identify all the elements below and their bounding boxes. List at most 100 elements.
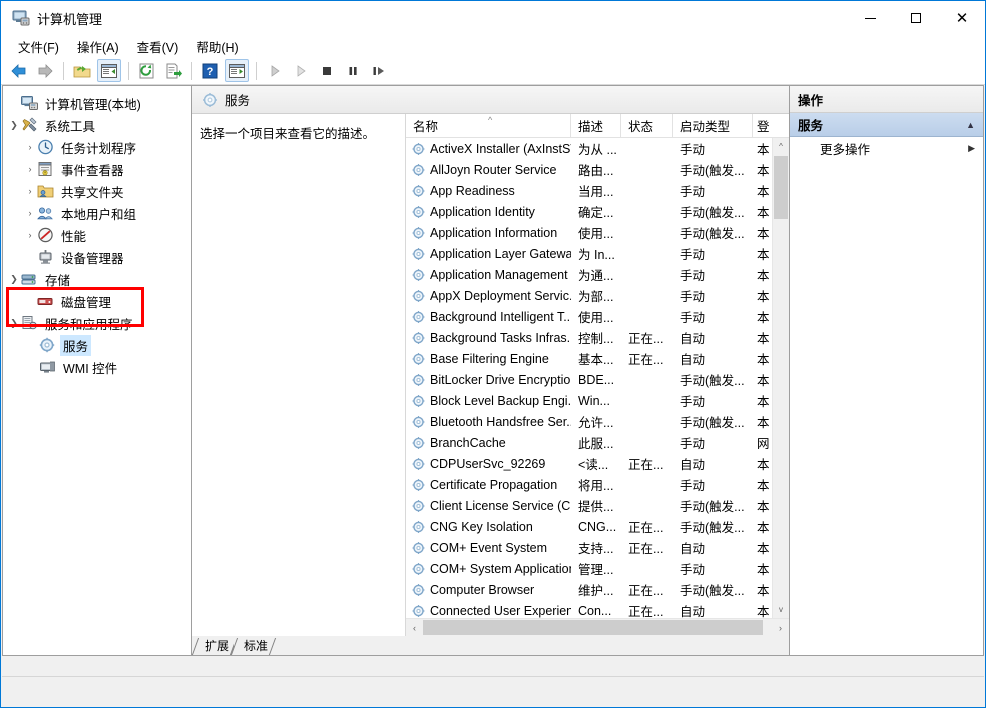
list-horizontal-scrollbar[interactable]: ‹ › xyxy=(406,618,789,636)
export-list-icon[interactable] xyxy=(160,59,186,83)
table-row[interactable]: Client License Service (Cli... 提供... 手动(触发… xyxy=(406,495,789,516)
table-row[interactable]: Background Intelligent T... 使用... 手动 本 xyxy=(406,306,789,327)
tree-label: WMI 控件 xyxy=(63,361,118,376)
restart-service-icon[interactable] xyxy=(366,59,392,83)
up-folder-icon[interactable] xyxy=(69,59,95,83)
table-row[interactable]: Application Information 使用... 手动(触发... 本 xyxy=(406,222,789,243)
column-header-startup-type[interactable]: 启动类型 xyxy=(673,114,753,137)
horizontal-scroll-track[interactable] xyxy=(423,619,772,636)
scroll-up-button[interactable]: ^ xyxy=(773,138,789,155)
cell-service-description: 此服... xyxy=(578,437,614,451)
maximize-button[interactable] xyxy=(893,1,939,35)
menu-action[interactable]: 操作(A) xyxy=(68,35,128,58)
tree-item-computer-management[interactable]: 计算机管理(本地) xyxy=(3,92,191,114)
tree-item-device-manager[interactable]: 设备管理器 xyxy=(3,246,191,268)
start-service-icon[interactable] xyxy=(262,59,288,83)
service-gear-icon xyxy=(411,352,426,366)
cell-service-description: 使用... xyxy=(578,311,614,325)
tree-item-wmi-control[interactable]: WMI 控件 xyxy=(3,356,191,378)
table-row[interactable]: Base Filtering Engine 基本... 正在... 自动 本 xyxy=(406,348,789,369)
menu-view[interactable]: 查看(V) xyxy=(128,35,188,58)
expander-expanded-icon[interactable]: ❯ xyxy=(7,114,21,136)
cell-service-description: 路由... xyxy=(578,164,614,178)
table-row[interactable]: ActiveX Installer (AxInstSV) 为从 ... 手动 本 xyxy=(406,138,789,159)
tab-extended[interactable]: 扩展 xyxy=(191,638,238,655)
cell-service-description: 维护... xyxy=(578,584,614,598)
column-header-logon-as[interactable]: 登 xyxy=(753,114,777,137)
vertical-scroll-thumb[interactable] xyxy=(774,156,788,219)
expander-collapsed-icon[interactable]: › xyxy=(23,158,37,180)
menu-file[interactable]: 文件(F) xyxy=(9,35,68,58)
column-header-description[interactable]: 描述 xyxy=(571,114,621,137)
list-vertical-scrollbar[interactable]: ^ v xyxy=(772,138,789,618)
column-header-label: 登 xyxy=(757,120,770,134)
table-row[interactable]: Background Tasks Infras... 控制... 正在... 自动 本 xyxy=(406,327,789,348)
services-list-rows[interactable]: ActiveX Installer (AxInstSV) 为从 ... 手动本 All… xyxy=(406,138,789,618)
tree-item-task-scheduler[interactable]: › 任务计划程序 xyxy=(3,136,191,158)
cell-service-logon-as: 本 xyxy=(757,458,770,472)
sort-ascending-icon: ^ xyxy=(488,115,493,125)
table-row[interactable]: Application Management 为通... 手动 本 xyxy=(406,264,789,285)
tab-standard[interactable]: 标准 xyxy=(230,638,277,655)
tree-item-storage[interactable]: ❯ 存储 xyxy=(3,268,191,290)
scroll-down-button[interactable]: v xyxy=(773,601,789,618)
minimize-button[interactable] xyxy=(847,1,893,35)
scroll-right-button[interactable]: › xyxy=(772,619,789,636)
cell-service-logon-as: 本 xyxy=(757,584,770,598)
tree-item-disk-management[interactable]: 磁盘管理 xyxy=(3,290,191,312)
tree-item-local-users-groups[interactable]: › 本地用户和组 xyxy=(3,202,191,224)
back-arrow-icon[interactable] xyxy=(6,59,32,83)
table-row[interactable]: Computer Browser 维护... 正在... 手动(触发... 本 xyxy=(406,579,789,600)
close-button[interactable]: ✕ xyxy=(939,1,985,35)
table-row[interactable]: COM+ Event System 支持... 正在... 自动 本 xyxy=(406,537,789,558)
table-row[interactable]: Bluetooth Handsfree Ser... 允许... 手动(触发... 本 xyxy=(406,411,789,432)
expander-collapsed-icon[interactable]: › xyxy=(23,136,37,158)
tree-item-services-and-applications[interactable]: ❯ 服务和应用程序 xyxy=(3,312,191,334)
pause-service-icon[interactable] xyxy=(340,59,366,83)
tree-item-services[interactable]: 服务 xyxy=(3,334,191,356)
cell-service-name: Application Information xyxy=(406,226,571,240)
expander-expanded-icon[interactable]: ❯ xyxy=(7,312,21,334)
scroll-left-button[interactable]: ‹ xyxy=(406,619,423,636)
table-row[interactable]: Block Level Backup Engi... Win... 手动 本 xyxy=(406,390,789,411)
horizontal-scroll-thumb[interactable] xyxy=(423,620,763,635)
actions-group-services[interactable]: 服务 ▲ xyxy=(790,113,983,137)
resume-service-icon[interactable] xyxy=(288,59,314,83)
expander-collapsed-icon[interactable]: › xyxy=(23,202,37,224)
table-row[interactable]: AllJoyn Router Service 路由... 手动(触发... 本 xyxy=(406,159,789,180)
expander-collapsed-icon[interactable]: › xyxy=(23,224,37,246)
tree-item-shared-folders[interactable]: › 共享文件夹 xyxy=(3,180,191,202)
expander-expanded-icon[interactable]: ❯ xyxy=(7,268,21,290)
tree-item-event-viewer[interactable]: › 事件查看器 xyxy=(3,158,191,180)
show-hide-tree-icon[interactable] xyxy=(97,59,121,82)
cell-service-description: <读... xyxy=(578,458,609,472)
table-row[interactable]: CDPUserSvc_92269 <读... 正在... 自动 本 xyxy=(406,453,789,474)
refresh-icon[interactable] xyxy=(134,59,160,83)
forward-arrow-icon[interactable] xyxy=(32,59,58,83)
table-row[interactable]: BitLocker Drive Encryptio... BDE... 手动(触发.… xyxy=(406,369,789,390)
actions-pane: 操作 服务 ▲ 更多操作 ▶ xyxy=(790,85,984,656)
menu-help[interactable]: 帮助(H) xyxy=(187,35,247,58)
column-header-status[interactable]: 状态 xyxy=(621,114,673,137)
cell-service-startup-type: 手动 xyxy=(680,143,706,157)
pane-header: 服务 xyxy=(192,86,789,114)
table-row[interactable]: Certificate Propagation 将用... 手动 本 xyxy=(406,474,789,495)
table-row[interactable]: Connected User Experien... Con... 正在... 自动 本 xyxy=(406,600,789,618)
column-header-name[interactable]: 名称 ^ xyxy=(406,114,571,137)
table-row[interactable]: Application Identity 确定... 手动(触发... 本 xyxy=(406,201,789,222)
table-row[interactable]: CNG Key Isolation CNG... 正在... 手动(触发... 本 xyxy=(406,516,789,537)
table-row[interactable]: Application Layer Gatewa... 为 In... 手动 本 xyxy=(406,243,789,264)
stop-service-icon[interactable] xyxy=(314,59,340,83)
tree-item-system-tools[interactable]: ❯ 系统工具 xyxy=(3,114,191,136)
table-row[interactable]: BranchCache 此服... 手动 网 xyxy=(406,432,789,453)
table-row[interactable]: COM+ System Application 管理... 手动 本 xyxy=(406,558,789,579)
help-icon[interactable]: ? xyxy=(197,59,223,83)
table-row[interactable]: App Readiness 当用... 手动 本 xyxy=(406,180,789,201)
expander-collapsed-icon[interactable]: › xyxy=(23,180,37,202)
cell-service-startup-type: 自动 xyxy=(680,542,706,556)
show-action-pane-icon[interactable] xyxy=(225,59,249,82)
chevron-up-icon[interactable]: ▲ xyxy=(966,120,975,130)
table-row[interactable]: AppX Deployment Servic... 为部... 手动 本 xyxy=(406,285,789,306)
action-more-actions[interactable]: 更多操作 ▶ xyxy=(790,137,983,160)
tree-item-performance[interactable]: › 性能 xyxy=(3,224,191,246)
